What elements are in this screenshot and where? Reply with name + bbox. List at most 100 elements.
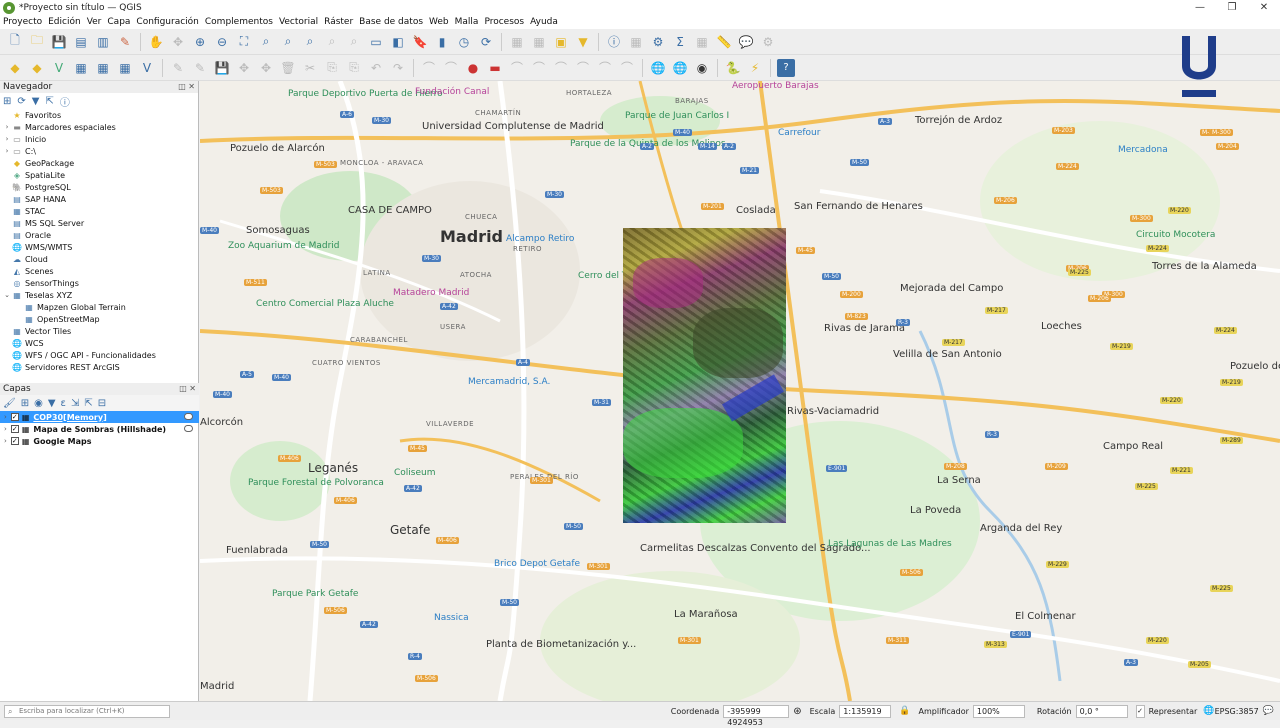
pan-map-icon[interactable]: ✋: [147, 33, 165, 51]
expand-arrow-icon[interactable]: ⌄: [2, 291, 12, 299]
browser-item[interactable]: ◈ SpatiaLite: [2, 169, 198, 181]
browser-item[interactable]: › ▭ C:\: [2, 145, 198, 157]
save-edits-icon[interactable]: 💾: [213, 59, 231, 77]
open-attribute-table-icon[interactable]: ▦: [508, 33, 526, 51]
browser-item[interactable]: ◭ Scenes: [2, 265, 198, 277]
layer-expand-arrow-icon[interactable]: ›: [4, 437, 7, 445]
layer-indicator-icon[interactable]: [184, 425, 193, 432]
zoom-out-icon[interactable]: ⊖: [213, 33, 231, 51]
menu-item-0[interactable]: Proyecto: [0, 15, 45, 29]
add-vector-icon[interactable]: V: [50, 59, 68, 77]
browser-item[interactable]: › ▭ Inicio: [2, 133, 198, 145]
minimize-button[interactable]: —: [1184, 0, 1216, 15]
browser-item[interactable]: 🌐 Servidores REST ArcGIS: [2, 361, 198, 373]
label-4-icon[interactable]: ⌒: [530, 59, 548, 77]
cop30-raster-layer[interactable]: [623, 228, 786, 523]
layer-visibility-checkbox[interactable]: ✓: [10, 413, 19, 421]
pan-to-selection-icon[interactable]: ✥: [169, 33, 187, 51]
help-icon[interactable]: ?: [777, 58, 795, 77]
redo-icon[interactable]: ↷: [389, 59, 407, 77]
properties-icon[interactable]: ⓘ: [60, 94, 70, 109]
plugin-icon[interactable]: ◉: [693, 59, 711, 77]
zoom-next-icon[interactable]: ⌕: [345, 33, 363, 51]
label-7-icon[interactable]: ⌒: [596, 59, 614, 77]
digitize-1-icon[interactable]: ⌒: [420, 59, 438, 77]
add-virtual-layer-icon[interactable]: V: [138, 59, 156, 77]
python-console-icon[interactable]: 🐍: [724, 59, 742, 77]
browser-item[interactable]: ▤ Oracle: [2, 229, 198, 241]
new-geopackage-icon[interactable]: ◆: [28, 59, 46, 77]
maximize-button[interactable]: ❐: [1216, 0, 1248, 15]
browser-item[interactable]: ⌄ ▦ Teselas XYZ: [2, 289, 198, 301]
vertex-tool-icon[interactable]: ✥: [257, 59, 275, 77]
browser-item[interactable]: ◆ GeoPackage: [2, 157, 198, 169]
filter-legend-icon[interactable]: ▼: [48, 398, 56, 409]
layer-expand-arrow-icon[interactable]: ›: [4, 425, 7, 433]
data-source-manager-icon[interactable]: ◆: [6, 59, 24, 77]
select-features-icon[interactable]: ▣: [552, 33, 570, 51]
measure-icon[interactable]: 📏: [715, 33, 733, 51]
paste-icon[interactable]: ⎘: [345, 59, 363, 77]
capas-panel-buttons[interactable]: ◫ ✕: [179, 383, 196, 395]
zoom-selection-icon[interactable]: ⌕: [257, 33, 275, 51]
close-button[interactable]: ✕: [1248, 0, 1280, 15]
menu-item-8[interactable]: Base de datos: [356, 15, 426, 29]
crs-icon[interactable]: 🌐: [1203, 706, 1214, 716]
layer-visibility-checkbox[interactable]: ✓: [10, 425, 19, 433]
layer-row[interactable]: › ✓ ▦ Mapa de Sombras (Hillshade): [0, 423, 199, 435]
new-3d-view-icon[interactable]: ◧: [389, 33, 407, 51]
filter-expression-icon[interactable]: ε: [61, 398, 66, 409]
menu-item-5[interactable]: Complementos: [202, 15, 276, 29]
delete-icon[interactable]: 🗑: [279, 59, 297, 77]
layer-expand-arrow-icon[interactable]: ›: [4, 413, 7, 421]
temporal-icon[interactable]: ◷: [455, 33, 473, 51]
menu-item-6[interactable]: Vectorial: [276, 15, 321, 29]
remove-layer-icon[interactable]: ⊟: [98, 398, 106, 409]
layer-row[interactable]: › ✓ ▦ COP30[Memory]: [0, 411, 199, 423]
zoom-full-icon[interactable]: ⛶: [235, 33, 253, 51]
annotation-icon[interactable]: 💬: [737, 33, 755, 51]
new-project-icon[interactable]: 🗋: [6, 33, 24, 51]
open-project-icon[interactable]: 🗀: [28, 33, 46, 51]
collapse-layers-icon[interactable]: ⇱: [84, 398, 92, 409]
render-checkbox[interactable]: ✓: [1135, 704, 1145, 718]
undo-icon[interactable]: ↶: [367, 59, 385, 77]
layout-manager-icon[interactable]: ▥: [94, 33, 112, 51]
browser-item[interactable]: ☁ Cloud: [2, 253, 198, 265]
label-5-icon[interactable]: ⌒: [552, 59, 570, 77]
menu-item-11[interactable]: Procesos: [481, 15, 527, 29]
layer-row[interactable]: › ✓ ▦ Google Maps: [0, 435, 199, 447]
layer-visibility-checkbox[interactable]: ✓: [10, 437, 19, 445]
save-project-icon[interactable]: 💾: [50, 33, 68, 51]
zoom-native-icon[interactable]: ⌕: [301, 33, 319, 51]
toolbox-dim-icon[interactable]: ▦: [530, 33, 548, 51]
copy-icon[interactable]: ⎘: [323, 59, 341, 77]
browser-item[interactable]: 🌐 WMS/WMTS: [2, 241, 198, 253]
panel-buttons[interactable]: ◫ ✕: [178, 81, 195, 93]
digitize-2-icon[interactable]: ⌒: [442, 59, 460, 77]
globe-2-icon[interactable]: 🌐: [671, 59, 689, 77]
browser-item[interactable]: ◎ SensorThings: [2, 277, 198, 289]
map-canvas[interactable]: Madrid Leganés Getafe Fuenlabrada Torrejón d…: [200, 81, 1280, 701]
browser-item[interactable]: ★ Favoritos: [2, 109, 198, 121]
collapse-all-icon[interactable]: ⇱: [45, 96, 53, 107]
manage-visibility-icon[interactable]: ◉: [34, 398, 43, 409]
browser-item[interactable]: 🐘 PostgreSQL: [2, 181, 198, 193]
browser-item[interactable]: ▦ OpenStreetMap: [2, 313, 198, 325]
label-6-icon[interactable]: ⌒: [574, 59, 592, 77]
browser-item[interactable]: › ▬ Marcadores espaciales: [2, 121, 198, 133]
menu-item-4[interactable]: Configuración: [133, 15, 201, 29]
refresh-browser-icon[interactable]: ⟳: [17, 96, 25, 107]
zoom-layer-icon[interactable]: ⌕: [279, 33, 297, 51]
identify-icon[interactable]: ⓘ: [605, 33, 623, 51]
expand-arrow-icon[interactable]: ›: [2, 123, 12, 131]
globe-1-icon[interactable]: 🌐: [649, 59, 667, 77]
show-bookmarks-icon[interactable]: ▮: [433, 33, 451, 51]
bookmark-icon[interactable]: 🔖: [411, 33, 429, 51]
label-tool-icon[interactable]: ●: [464, 59, 482, 77]
browser-item[interactable]: 🌐 WCS: [2, 337, 198, 349]
add-selected-icon[interactable]: ⊞: [3, 96, 11, 107]
menu-item-1[interactable]: Edición: [45, 15, 84, 29]
label-8-icon[interactable]: ⌒: [618, 59, 636, 77]
messages-icon[interactable]: 💬: [1263, 706, 1274, 716]
